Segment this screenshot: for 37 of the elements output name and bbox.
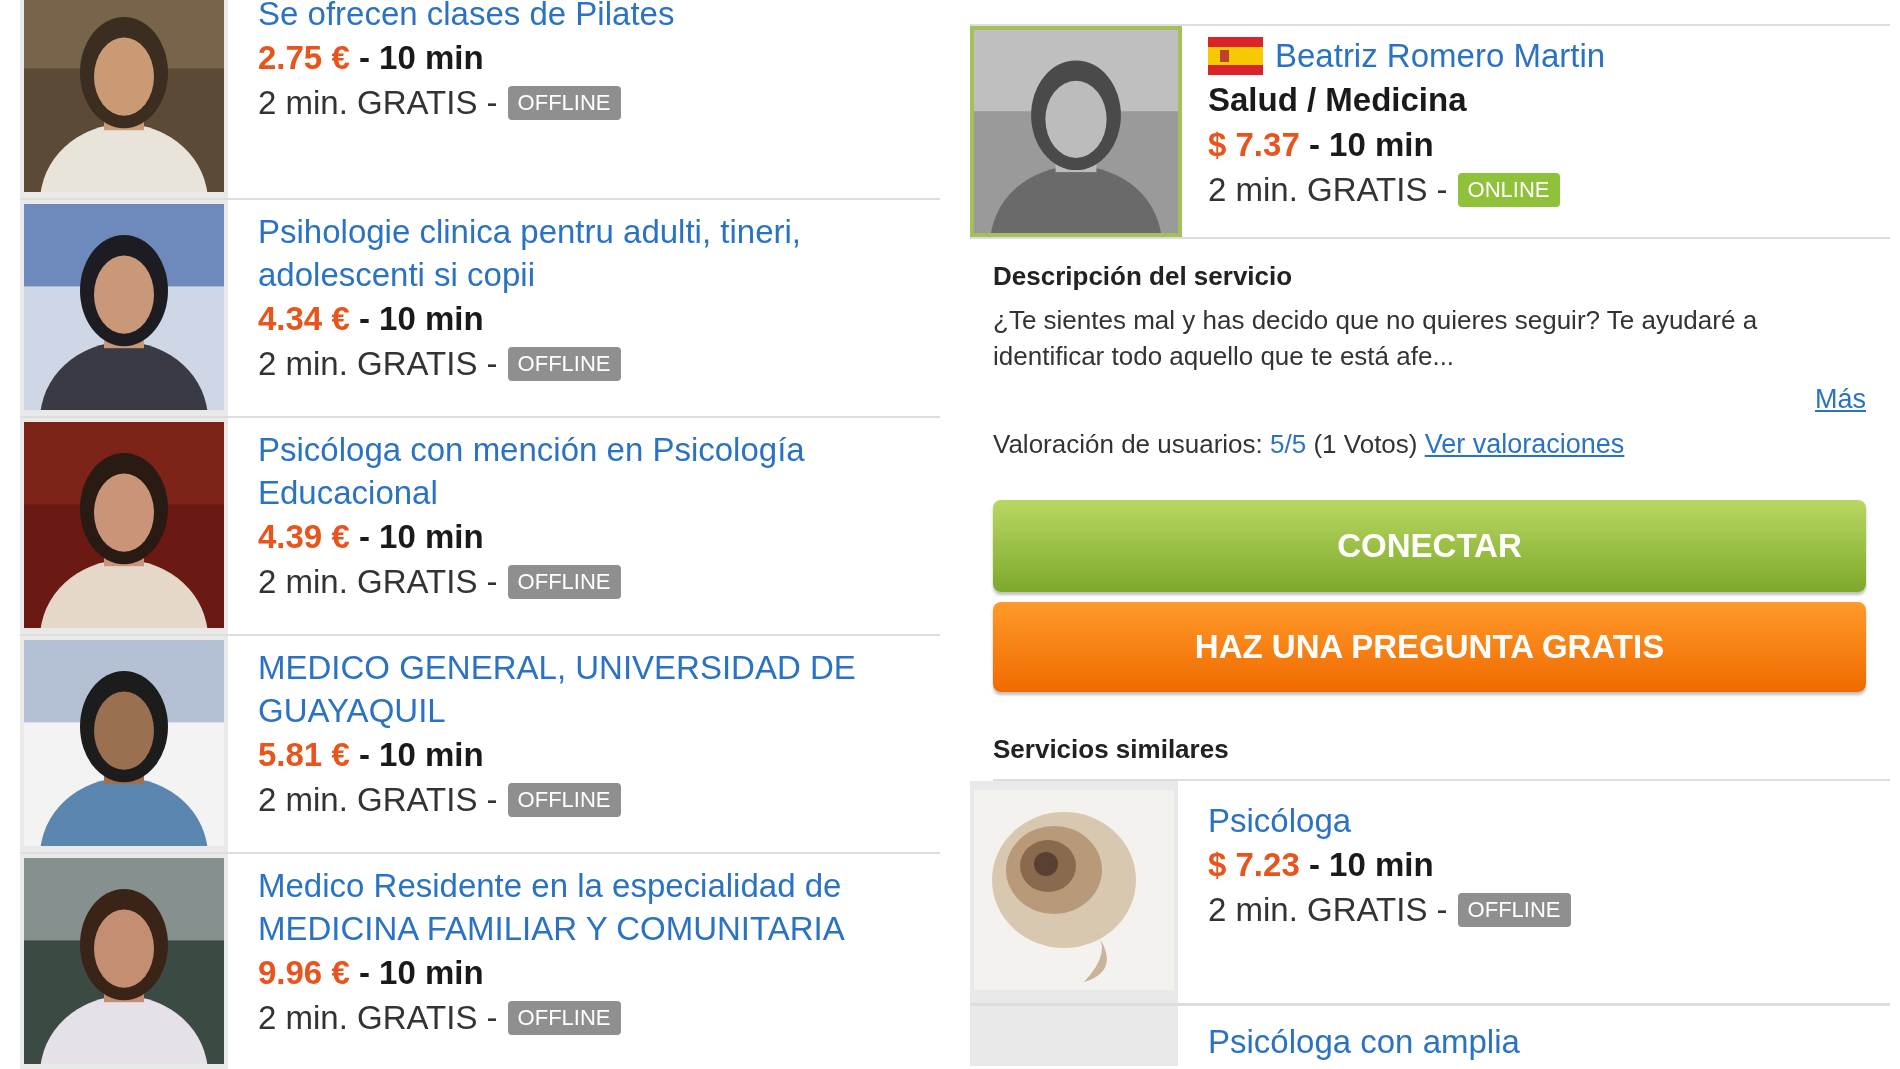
description-heading: Descripción del servicio	[993, 261, 1294, 292]
category-text: Salud / Medicina	[1208, 80, 1468, 120]
free-minutes-text: 2 min. GRATIS -	[258, 344, 498, 384]
rating-text: Valoración de usuarios: 5/5 (1 Votos) Ver valoraciones	[993, 429, 1626, 460]
price-text: 4.34 € - 10 min	[258, 299, 485, 339]
service-title[interactable]: Medico Residente en la especialidad de MEDICINA FAMILIAR Y COMUNITARIA	[258, 864, 940, 950]
price-text: 9.96 € - 10 min	[258, 953, 485, 993]
free-minutes-text: 2 min. GRATIS -	[258, 780, 498, 820]
price-text: 4.39 € - 10 min	[258, 517, 485, 557]
price-text: $ 7.23 - 10 min	[1208, 845, 1435, 885]
ratings-link[interactable]: Ver valoraciones	[1424, 429, 1625, 459]
service-title[interactable]: Psicóloga con mención en Psicología Educacional	[258, 428, 940, 514]
more-link[interactable]: Más	[1815, 384, 1866, 414]
price-text: 2.75 € - 10 min	[258, 38, 485, 78]
status-badge: OFFLINE	[507, 782, 621, 817]
price-text: $ 7.37 - 10 min	[1208, 125, 1435, 165]
spain-flag-icon	[1208, 36, 1263, 75]
service-title[interactable]: Psicóloga con amplia	[1208, 1020, 1520, 1063]
service-title[interactable]: Psicóloga	[1208, 799, 1571, 842]
price-text: 5.81 € - 10 min	[258, 735, 485, 775]
status-badge: OFFLINE	[507, 346, 621, 381]
free-minutes-text: 2 min. GRATIS -	[1208, 170, 1448, 210]
expert-name[interactable]: Beatriz Romero Martin	[1275, 34, 1606, 77]
service-title[interactable]: Psihologie clinica pentru adulti, tineri, adolescenti si copii	[258, 210, 940, 296]
service-title[interactable]: MEDICO GENERAL, UNIVERSIDAD DE GUAYAQUIL	[258, 646, 940, 732]
free-minutes-text: 2 min. GRATIS -	[258, 83, 498, 123]
status-badge: OFFLINE	[507, 85, 621, 120]
status-badge: OFFLINE	[507, 1000, 621, 1035]
free-minutes-text: 2 min. GRATIS -	[258, 998, 498, 1038]
service-title[interactable]: Se ofrecen clases de Pilates	[258, 0, 675, 35]
ask-question-button[interactable]: HAZ UNA PREGUNTA GRATIS	[993, 602, 1866, 692]
status-badge: ONLINE	[1457, 172, 1560, 207]
free-minutes-text: 2 min. GRATIS -	[258, 562, 498, 602]
free-minutes-text: 2 min. GRATIS -	[1208, 890, 1448, 930]
description-text: ¿Te sientes mal y has decido que no quieres seguir? Te ayudaré a identificar todo aquello que te está afe...	[993, 304, 1759, 373]
status-badge: OFFLINE	[507, 564, 621, 599]
status-badge: OFFLINE	[1457, 892, 1571, 927]
